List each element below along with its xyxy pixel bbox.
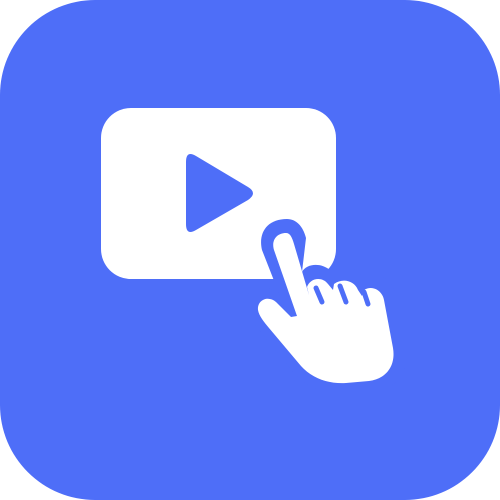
app-icon-graphic	[0, 0, 500, 500]
app-icon[interactable]	[0, 0, 500, 500]
